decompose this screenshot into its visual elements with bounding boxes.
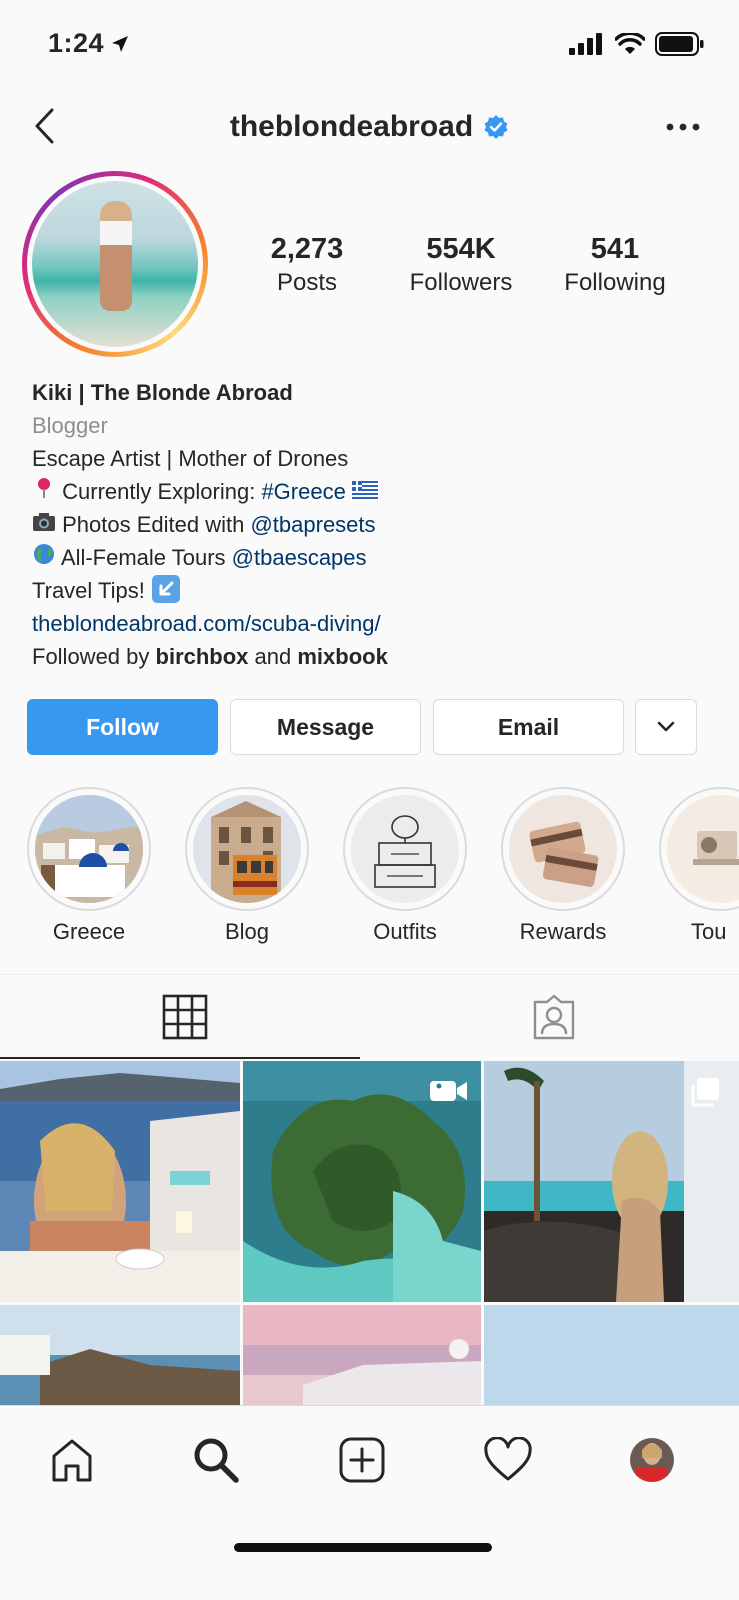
- highlight-label: Tou: [691, 919, 727, 944]
- grid-post[interactable]: [484, 1305, 739, 1405]
- followed-by-user: birchbox: [155, 644, 249, 669]
- website-link[interactable]: theblondeabroad.com/scuba-diving/: [32, 607, 712, 640]
- nav-search[interactable]: [188, 1432, 244, 1488]
- profile-header-title: theblondeabroad: [0, 110, 739, 144]
- profile-category: Blogger: [32, 413, 108, 438]
- home-icon: [52, 1439, 92, 1482]
- pin-icon: [32, 475, 56, 508]
- nav-new-post[interactable]: [334, 1432, 390, 1488]
- highlight-label: Greece: [52, 919, 126, 944]
- profile-avatar[interactable]: [22, 171, 208, 357]
- highlight-label: Rewards: [519, 919, 607, 944]
- highlight-label: Outfits: [373, 919, 437, 944]
- profile-username: theblondeabroad: [229, 110, 474, 143]
- nav-home[interactable]: [44, 1432, 100, 1488]
- highlight-cover: [351, 795, 459, 903]
- profile-full-name: Kiki | The Blonde Abroad: [32, 380, 293, 405]
- tab-grid[interactable]: [0, 975, 369, 1059]
- profile-bio: Kiki | The Blonde Abroad Blogger Escape …: [32, 376, 712, 673]
- camera-icon: [32, 508, 56, 541]
- plus-square-icon: [339, 1437, 385, 1483]
- bio-text: Currently Exploring:: [62, 479, 262, 504]
- battery-icon: [655, 32, 704, 56]
- mention-link[interactable]: @tbaescapes: [232, 545, 367, 570]
- carousel-icon: [691, 1078, 719, 1107]
- followed-by-prefix: Followed by: [32, 644, 156, 669]
- location-arrow-icon: [112, 35, 129, 52]
- followers-count-label: Followers: [409, 269, 513, 296]
- highlight-outfits[interactable]: Outfits: [343, 787, 467, 945]
- video-camera-icon: [430, 1081, 467, 1101]
- wifi-icon: [615, 33, 645, 54]
- grid-icon: [162, 994, 207, 1040]
- highlight-cover: [509, 795, 617, 903]
- chevron-down-icon: [657, 721, 675, 732]
- greece-flag-icon: [351, 475, 378, 508]
- globe-icon: [32, 541, 56, 574]
- bio-line: Currently Exploring: #Greece: [32, 475, 712, 508]
- grid-post[interactable]: [0, 1061, 240, 1302]
- tab-tagged[interactable]: [369, 975, 738, 1059]
- following-count[interactable]: 541 Following: [540, 232, 690, 300]
- nav-activity[interactable]: [480, 1432, 536, 1488]
- followers-count[interactable]: 554K Followers: [386, 232, 536, 300]
- followers-count-value: 554K: [426, 233, 496, 265]
- suggested-dropdown-button[interactable]: [635, 699, 697, 755]
- highlight-cover: [667, 795, 739, 903]
- following-count-value: 541: [590, 233, 640, 265]
- bio-line: Photos Edited with @tbapresets: [32, 508, 712, 541]
- active-tab-indicator: [0, 1057, 360, 1059]
- home-indicator: [234, 1543, 492, 1552]
- bio-text: Photos Edited with: [62, 512, 251, 537]
- status-time-text: 1:24: [48, 28, 105, 58]
- verified-badge-icon: [484, 115, 508, 139]
- grid-post-video[interactable]: [243, 1061, 481, 1302]
- highlight-greece[interactable]: Greece: [27, 787, 151, 945]
- bio-text: Travel Tips!: [32, 578, 145, 603]
- profile-avatar-icon: [630, 1438, 674, 1482]
- nav-profile[interactable]: [624, 1432, 680, 1488]
- highlight-cover: [35, 795, 143, 903]
- posts-count-label: Posts: [276, 269, 338, 296]
- more-options-button[interactable]: [661, 112, 705, 142]
- tagged-person-icon: [533, 994, 574, 1040]
- highlight-rewards[interactable]: Rewards: [501, 787, 625, 945]
- status-indicators: [569, 32, 705, 56]
- followed-by[interactable]: Followed by birchbox and mixbook: [32, 640, 712, 673]
- status-time: 1:24: [48, 28, 130, 59]
- posts-count-value: 2,273: [270, 233, 344, 265]
- followed-by-and: and: [248, 644, 298, 669]
- bio-line: Travel Tips!: [32, 574, 712, 607]
- bio-line: All-Female Tours @tbaescapes: [32, 541, 712, 574]
- following-count-label: Following: [564, 269, 666, 296]
- bio-line: Escape Artist | Mother of Drones: [32, 446, 349, 471]
- highlight-tours[interactable]: Tou: [659, 787, 739, 945]
- highlight-label: Blog: [224, 919, 270, 944]
- bio-text: All-Female Tours: [60, 545, 232, 570]
- hashtag-link[interactable]: #Greece: [261, 479, 345, 504]
- arrow-down-left-icon: [151, 574, 181, 607]
- posts-count[interactable]: 2,273 Posts: [232, 232, 382, 300]
- search-icon: [194, 1438, 239, 1483]
- follow-button[interactable]: Follow: [27, 699, 218, 755]
- message-button[interactable]: Message: [230, 699, 421, 755]
- cellular-signal-icon: [569, 33, 602, 55]
- highlight-cover: [193, 795, 301, 903]
- grid-post[interactable]: [0, 1305, 240, 1405]
- mention-link[interactable]: @tbapresets: [250, 512, 375, 537]
- grid-post-carousel[interactable]: [484, 1061, 739, 1302]
- highlight-blog[interactable]: Blog: [185, 787, 309, 945]
- heart-icon: [484, 1437, 532, 1481]
- followed-by-user: mixbook: [297, 644, 388, 669]
- avatar-photo: [32, 181, 198, 347]
- email-button[interactable]: Email: [433, 699, 624, 755]
- grid-post[interactable]: [243, 1305, 481, 1405]
- more-dots-icon: [666, 123, 700, 131]
